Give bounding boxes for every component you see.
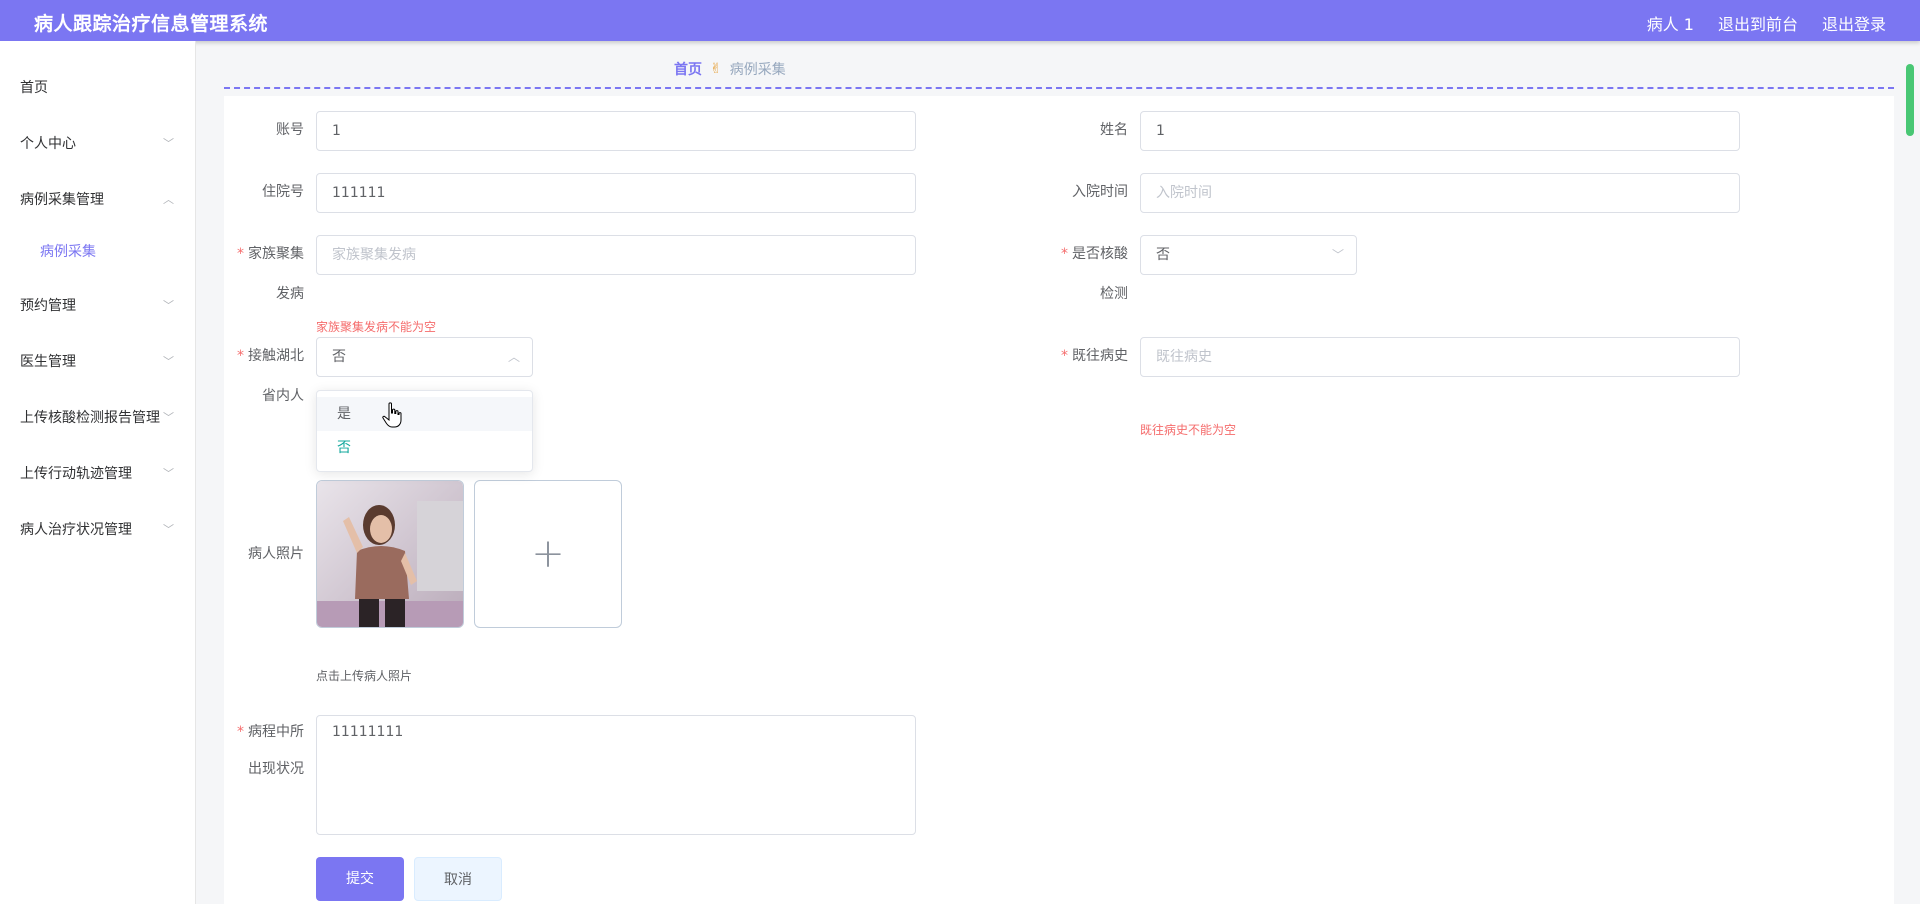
- sidebar-item-label: 个人中心: [20, 136, 76, 152]
- family-cluster-input[interactable]: 家族聚集发病: [316, 235, 916, 275]
- nucleic-test-label: * 是否核酸: [1061, 246, 1128, 262]
- nucleic-test-value: 否: [1156, 247, 1170, 263]
- sidebar-item-home[interactable]: 首页: [0, 68, 196, 108]
- chevron-down-icon: ﹀: [163, 467, 174, 480]
- nucleic-test-select[interactable]: 否 ﹀: [1140, 235, 1357, 275]
- sidebar-item-label: 上传核酸检测报告管理: [20, 410, 160, 426]
- account-value: 1: [332, 123, 341, 139]
- photo-label: 病人照片: [248, 546, 304, 562]
- dropdown-option-yes[interactable]: 是: [317, 397, 532, 431]
- user-name[interactable]: 病人 1: [1647, 11, 1694, 35]
- sidebar-item-label: 医生管理: [20, 354, 76, 370]
- app-title: 病人跟踪治疗信息管理系统: [34, 13, 269, 35]
- hand-icon: ✌: [710, 61, 722, 77]
- family-cluster-placeholder: 家族聚集发病: [332, 247, 416, 263]
- family-cluster-label-line2: 发病: [276, 286, 304, 302]
- contact-hubei-select[interactable]: 否 ︿: [316, 337, 533, 377]
- photo-upload-hint: 点击上传病人照片: [316, 669, 413, 683]
- exit-to-front-link[interactable]: 退出到前台: [1718, 11, 1798, 35]
- cancel-button[interactable]: 取消: [414, 857, 502, 901]
- header-actions: 病人 1 退出到前台 退出登录: [1647, 11, 1886, 35]
- admission-no-value: 111111: [332, 185, 386, 201]
- contact-hubei-dropdown: 是 否: [316, 390, 533, 472]
- sidebar-item-appointment-mgmt[interactable]: 预约管理 ﹀: [0, 286, 196, 326]
- sidebar-item-label: 预约管理: [20, 298, 76, 314]
- sidebar: 首页 个人中心 ﹀ 病例采集管理 ︿ 病例采集 预约管理 ﹀ 医生管理 ﹀ 上传…: [0, 41, 196, 904]
- admission-time-input[interactable]: 入院时间: [1140, 173, 1740, 213]
- name-input[interactable]: 1: [1140, 111, 1740, 151]
- family-cluster-label: * 家族聚集: [237, 246, 304, 262]
- patient-photo: [316, 480, 464, 628]
- chevron-up-icon: ︿: [507, 350, 520, 364]
- photo-upload-button[interactable]: +: [474, 480, 622, 628]
- scrollbar-thumb[interactable]: [1906, 64, 1914, 136]
- contact-hubei-label: * 接触湖北: [237, 348, 304, 364]
- chevron-down-icon: ﹀: [163, 523, 174, 536]
- breadcrumb-current: 病例采集: [729, 62, 786, 78]
- top-header: 病人跟踪治疗信息管理系统 病人 1 退出到前台 退出登录: [0, 0, 1920, 41]
- symptoms-label: * 病程中所: [237, 724, 304, 740]
- account-label: 账号: [276, 122, 304, 138]
- account-input[interactable]: 1: [316, 111, 916, 151]
- chevron-down-icon: ﹀: [163, 299, 174, 312]
- sidebar-item-label: 病例采集: [40, 244, 96, 260]
- breadcrumb-home[interactable]: 首页: [674, 59, 702, 79]
- sidebar-item-track-mgmt[interactable]: 上传行动轨迹管理 ﹀: [0, 454, 196, 494]
- sidebar-item-personal-center[interactable]: 个人中心 ﹀: [0, 124, 196, 164]
- breadcrumb-divider: [224, 87, 1894, 89]
- chevron-up-icon: ︿: [163, 193, 174, 206]
- sidebar-item-label: 病人治疗状况管理: [20, 522, 132, 538]
- name-value: 1: [1156, 123, 1165, 139]
- admission-no-input[interactable]: 111111: [316, 173, 916, 213]
- contact-hubei-value: 否: [332, 349, 346, 365]
- past-history-placeholder: 既往病史: [1156, 349, 1212, 365]
- main-content: 首页 ✌ 病例采集 账号 1 姓名 1 住院号 111111 入院时间 入院时间…: [196, 41, 1906, 904]
- chevron-down-icon: ﹀: [163, 411, 174, 424]
- symptoms-textarea[interactable]: 11111111: [316, 715, 916, 835]
- symptoms-label-line2: 出现状况: [248, 761, 304, 777]
- chevron-down-icon: ﹀: [1331, 248, 1344, 262]
- name-label: 姓名: [1100, 122, 1128, 138]
- submit-button[interactable]: 提交: [316, 857, 404, 901]
- case-form: 账号 1 姓名 1 住院号 111111 入院时间 入院时间 * 家族聚集 发病 …: [224, 96, 1894, 904]
- sidebar-item-case-collection-mgmt[interactable]: 病例采集管理 ︿: [0, 180, 196, 220]
- family-cluster-error: 家族聚集发病不能为空: [316, 320, 437, 334]
- sidebar-item-case-collection[interactable]: 病例采集: [0, 232, 196, 272]
- sidebar-item-label: 病例采集管理: [20, 192, 104, 208]
- symptoms-value: 11111111: [332, 724, 404, 740]
- breadcrumb: 首页 ✌ 病例采集: [674, 59, 786, 79]
- past-history-input[interactable]: 既往病史: [1140, 337, 1740, 377]
- admission-no-label: 住院号: [262, 184, 304, 200]
- sidebar-item-doctor-mgmt[interactable]: 医生管理 ﹀: [0, 342, 196, 382]
- dropdown-option-no[interactable]: 否: [317, 431, 532, 465]
- contact-hubei-label-line2: 省内人: [262, 388, 304, 404]
- hand-cursor-icon: [382, 402, 402, 428]
- past-history-label: * 既往病史: [1061, 348, 1128, 364]
- sidebar-item-nucleic-report-mgmt[interactable]: 上传核酸检测报告管理 ﹀: [0, 398, 196, 438]
- logout-link[interactable]: 退出登录: [1822, 11, 1886, 35]
- chevron-down-icon: ﹀: [163, 355, 174, 368]
- nucleic-test-label-line2: 检测: [1100, 286, 1128, 302]
- admission-time-label: 入院时间: [1072, 184, 1128, 200]
- chevron-down-icon: ﹀: [163, 137, 174, 150]
- admission-time-placeholder: 入院时间: [1156, 185, 1212, 201]
- sidebar-item-label: 首页: [20, 80, 48, 96]
- plus-icon: +: [531, 531, 565, 577]
- patient-photo-image: [317, 481, 463, 627]
- sidebar-item-treatment-mgmt[interactable]: 病人治疗状况管理 ﹀: [0, 510, 196, 550]
- sidebar-item-label: 上传行动轨迹管理: [20, 466, 132, 482]
- past-history-error: 既往病史不能为空: [1140, 423, 1237, 437]
